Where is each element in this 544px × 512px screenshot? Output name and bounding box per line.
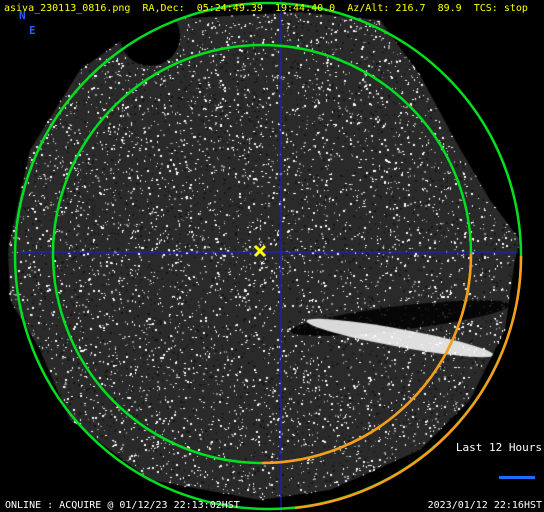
azalt-label: Az/Alt:: [347, 3, 390, 14]
north-label: N: [19, 9, 26, 22]
radec-label: RA,Dec:: [142, 3, 185, 14]
legend-swatch: [499, 476, 535, 479]
outer-horizon-circle: [13, 1, 523, 511]
ra-value: 05:24:49.39: [196, 3, 263, 14]
az-value: 216.7: [395, 3, 426, 14]
status-text: ONLINE : ACQUIRE @ 01/12/23 22:13:02HST: [5, 500, 240, 511]
legend-label: Last 12 Hours: [455, 441, 542, 454]
outer-track-arc: [294, 255, 523, 510]
target-marker: [253, 244, 267, 258]
sky-overlay: [13, 0, 523, 512]
track-arc: [261, 253, 473, 465]
dec-value: 19:44:40.0: [274, 3, 336, 14]
alt-value: 89.9: [437, 3, 462, 14]
tcs-state: stop: [503, 3, 528, 14]
east-label: E: [29, 24, 36, 37]
tcs-label: TCS:: [473, 3, 498, 14]
header-bar: asiva_230113_0816.png RA,Dec: 05:24:49.3…: [4, 3, 528, 14]
timestamp: 2023/01/12 22:16HST: [427, 500, 542, 511]
